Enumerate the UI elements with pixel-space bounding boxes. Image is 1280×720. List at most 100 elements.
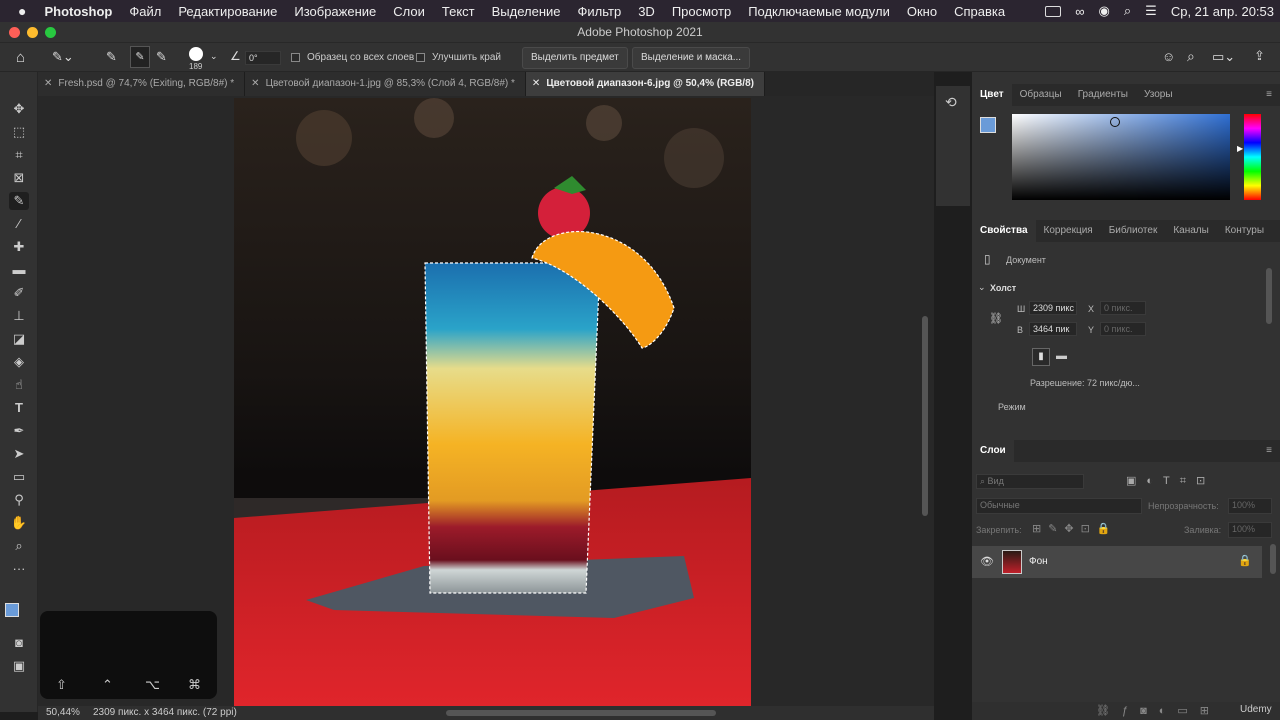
menu-image[interactable]: Изображение (294, 4, 376, 19)
document-info[interactable]: 2309 пикс. x 3464 пикс. (72 ppi) (93, 706, 237, 720)
angle-field[interactable]: 0° (245, 51, 281, 65)
tab-color-range-6[interactable]: ✕ Цветовой диапазон-6.jpg @ 50,4% (RGB/8) (525, 72, 765, 96)
add-selection-icon[interactable]: ✎ (130, 46, 150, 68)
pen-tool-icon[interactable]: ✒ (9, 422, 29, 440)
menu-type[interactable]: Текст (442, 4, 475, 19)
paint-bucket-tool-icon[interactable]: ◈ (9, 353, 29, 371)
close-window-button[interactable] (9, 27, 20, 38)
hue-slider[interactable] (1244, 114, 1261, 200)
quick-mask-icon[interactable]: ◙ (9, 634, 29, 652)
close-icon[interactable]: ✕ (44, 78, 52, 89)
layers-scrollbar[interactable] (1270, 544, 1276, 574)
menu-window[interactable]: Окно (907, 4, 937, 19)
opacity-field[interactable]: 100% (1228, 498, 1272, 514)
layer-action-icons[interactable]: ⛓ƒ◙◐▭⊞ (1096, 704, 1221, 717)
menu-filter[interactable]: Фильтр (578, 4, 622, 19)
tab-paths[interactable]: Контуры (1217, 220, 1272, 242)
pin-tool-icon[interactable]: ⚲ (9, 491, 29, 509)
menu-view[interactable]: Просмотр (672, 4, 731, 19)
creative-cloud-icon[interactable]: ∞ (1075, 4, 1084, 19)
layer-name[interactable]: Фон (1029, 556, 1048, 567)
brush-tool-icon[interactable]: ✐ (9, 284, 29, 302)
subtract-selection-icon[interactable]: ✎ (156, 49, 167, 65)
search-icon[interactable]: ⌕ (1187, 48, 1195, 65)
tab-gradients[interactable]: Градиенты (1070, 84, 1136, 106)
type-tool-icon[interactable]: T (9, 399, 29, 417)
chevron-down-icon[interactable]: ⌄ (978, 282, 986, 293)
crop-tool-icon[interactable]: ⌗ (9, 146, 29, 164)
option-icon[interactable]: ⌥ (145, 677, 160, 693)
marquee-tool-icon[interactable]: ⬚ (9, 123, 29, 141)
properties-scrollbar[interactable] (1266, 268, 1272, 324)
zoom-level[interactable]: 50,44% (46, 706, 80, 720)
close-icon[interactable]: ✕ (532, 78, 540, 89)
menu-edit[interactable]: Редактирование (178, 4, 277, 19)
eraser-tool-icon[interactable]: ◪ (9, 330, 29, 348)
width-field[interactable]: 2309 пикс (1029, 301, 1077, 315)
menu-app-name[interactable]: Photoshop (44, 4, 112, 19)
panel-menu-icon[interactable]: ≡ (1258, 440, 1280, 462)
tab-channels[interactable]: Каналы (1165, 220, 1217, 242)
x-field[interactable]: 0 пикс. (1100, 301, 1146, 315)
tab-layers[interactable]: Слои (972, 440, 1014, 462)
smudge-tool-icon[interactable]: ☝ (9, 376, 29, 394)
hue-slider-handle[interactable]: ▶ (1237, 144, 1243, 153)
link-icon[interactable]: ⛓ (989, 312, 1003, 325)
vertical-scrollbar[interactable] (922, 316, 928, 516)
stamp-tool-icon[interactable]: ⊥ (9, 307, 29, 325)
learn-icon[interactable]: ☺ (1162, 49, 1175, 64)
foreground-color-swatch[interactable] (5, 603, 19, 617)
control-center-icon[interactable]: ☰ (1145, 3, 1157, 19)
tab-properties[interactable]: Свойства (972, 220, 1036, 242)
select-subject-button[interactable]: Выделить предмет (522, 47, 628, 69)
quick-selection-tool-icon[interactable]: ✎ (9, 192, 29, 210)
eyedropper-tool-icon[interactable]: ⁄ (9, 215, 29, 233)
height-field[interactable]: 3464 пик (1029, 322, 1077, 336)
home-icon[interactable]: ⌂ (16, 49, 25, 66)
menubar-clock[interactable]: Ср, 21 апр. 20:53 (1171, 4, 1274, 19)
share-icon[interactable]: ⇪ (1254, 48, 1265, 64)
lock-icons[interactable]: ⊞✎✥⊡🔒 (1032, 522, 1118, 535)
tab-libraries[interactable]: Библиотек (1101, 220, 1166, 242)
document-canvas[interactable] (234, 98, 751, 706)
menu-plugins[interactable]: Подключаемые модули (748, 4, 890, 19)
zoom-window-button[interactable] (45, 27, 56, 38)
layer-row[interactable]: 👁 Фон 🔒 (972, 546, 1262, 578)
tab-swatches[interactable]: Образцы (1012, 84, 1070, 106)
chevron-down-icon[interactable]: ⌄ (210, 51, 218, 62)
spotlight-icon[interactable]: ⌕ (1124, 3, 1131, 19)
shift-icon[interactable]: ⇧ (56, 677, 67, 693)
ruler-tool-icon[interactable]: ▬ (9, 261, 29, 279)
menu-select[interactable]: Выделение (492, 4, 561, 19)
minimize-window-button[interactable] (27, 27, 38, 38)
panel-menu-icon[interactable]: ≡ (1258, 84, 1280, 106)
close-icon[interactable]: ✕ (251, 78, 259, 89)
tab-color-range-1[interactable]: ✕ Цветовой диапазон-1.jpg @ 85,3% (Слой 4… (245, 72, 526, 96)
menu-3d[interactable]: 3D (638, 4, 655, 19)
tab-adjustments[interactable]: Коррекция (1036, 220, 1101, 242)
history-icon[interactable]: ⟲ (945, 94, 957, 111)
blend-mode-select[interactable]: Обычные (976, 498, 1142, 514)
panel-menu-icon[interactable]: ≡ (1272, 220, 1280, 242)
tool-preset-icon[interactable]: ✎⌄ (52, 49, 74, 65)
foreground-color-chip[interactable] (980, 117, 996, 133)
move-tool-icon[interactable]: ✥ (9, 100, 29, 118)
eye-icon[interactable]: 👁 (980, 555, 994, 568)
workspace-icon[interactable]: ▭⌄ (1212, 49, 1235, 65)
battery-icon[interactable] (1045, 5, 1062, 17)
new-selection-icon[interactable]: ✎ (106, 49, 117, 65)
horizontal-scrollbar[interactable] (446, 710, 716, 716)
apple-icon[interactable]: ● (18, 3, 26, 19)
portrait-orientation-icon[interactable]: ▮ (1032, 348, 1050, 366)
brush-preview-icon[interactable] (189, 47, 203, 61)
landscape-orientation-icon[interactable]: ▬ (1056, 350, 1067, 362)
color-field[interactable] (1012, 114, 1230, 200)
command-icon[interactable]: ⌘ (188, 677, 201, 693)
tab-color[interactable]: Цвет (972, 84, 1012, 106)
path-select-tool-icon[interactable]: ➤ (9, 445, 29, 463)
tab-fresh[interactable]: ✕ Fresh.psd @ 74,7% (Exiting, RGB/8#) * (38, 72, 246, 96)
lock-icon[interactable]: 🔒 (1238, 554, 1252, 567)
screen-mode-icon[interactable]: ▣ (9, 657, 29, 675)
control-icon[interactable]: ⌃ (102, 677, 113, 693)
fill-field[interactable]: 100% (1228, 522, 1272, 538)
